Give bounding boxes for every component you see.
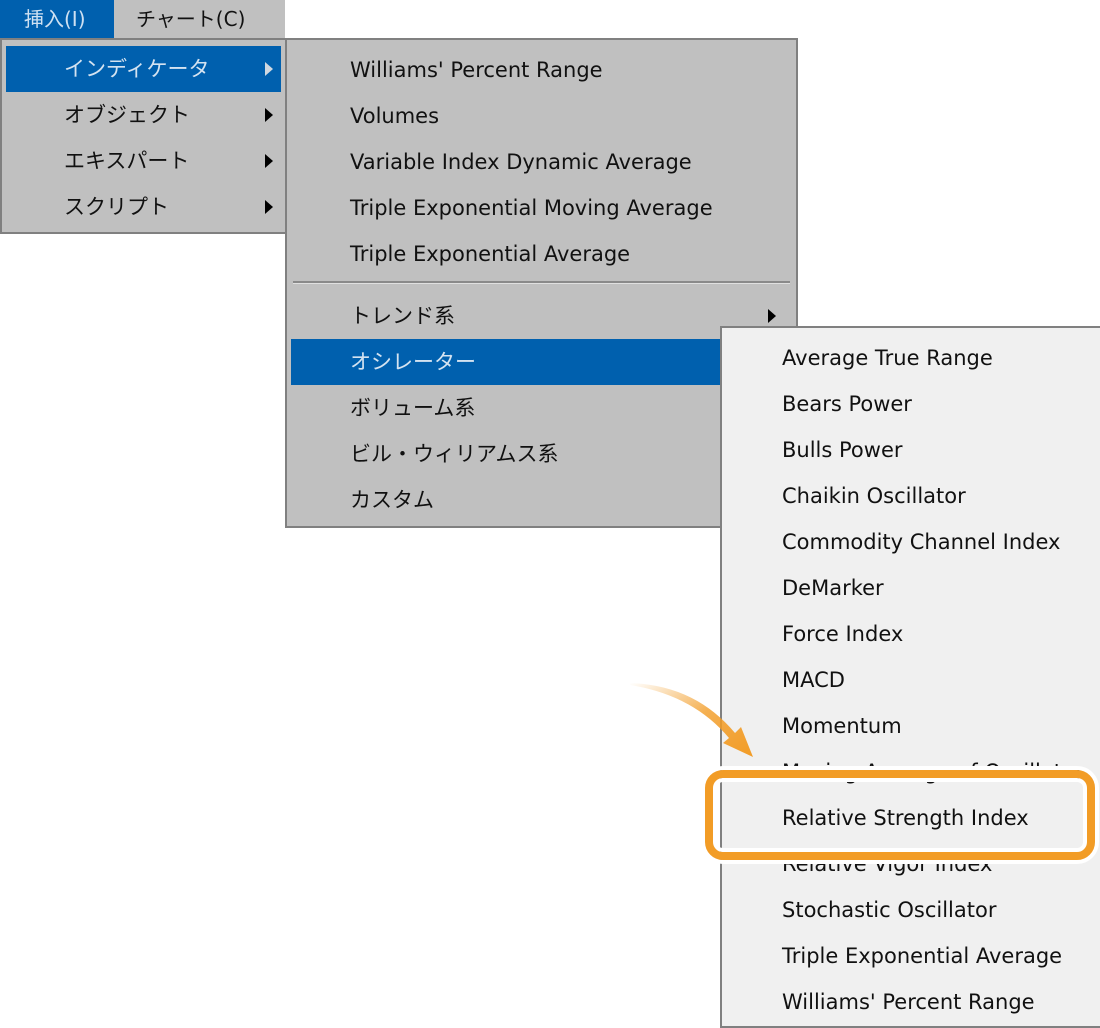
insert-menu: インディケータ オブジェクト エキスパート スクリプト <box>0 38 287 234</box>
oscillators-submenu: Average True Range Bears Power Bulls Pow… <box>720 326 1100 1028</box>
menu-item-label: エキスパート <box>64 149 190 173</box>
oscillator-item[interactable]: Momentum <box>722 703 1100 749</box>
oscillator-item[interactable]: MACD <box>722 657 1100 703</box>
submenu-arrow-icon <box>265 154 273 168</box>
submenu-arrow-icon <box>265 62 273 76</box>
menu-bar: 挿入(I) チャート(C) <box>0 0 285 38</box>
menu-item-label: ボリューム系 <box>350 396 476 420</box>
menu-item-label: オシレーター <box>350 350 476 374</box>
menu-item-objects[interactable]: オブジェクト <box>6 92 281 138</box>
oscillator-item[interactable]: Stochastic Oscillator <box>722 887 1100 933</box>
category-trend[interactable]: トレンド系 <box>291 293 792 339</box>
menu-item-label: ビル・ウィリアムス系 <box>350 442 559 466</box>
menu-item-label: オブジェクト <box>64 103 190 127</box>
menu-separator <box>293 281 790 284</box>
oscillator-item[interactable]: Williams' Percent Range <box>722 979 1100 1025</box>
menu-item-label: トレンド系 <box>350 304 455 328</box>
oscillator-item[interactable]: DeMarker <box>722 565 1100 611</box>
callout-arrow-icon <box>630 683 753 757</box>
category-custom[interactable]: カスタム <box>291 477 792 523</box>
category-bill-williams[interactable]: ビル・ウィリアムス系 <box>291 431 792 477</box>
category-oscillators[interactable]: オシレーター <box>291 339 792 385</box>
oscillator-item[interactable]: Bears Power <box>722 381 1100 427</box>
oscillator-item[interactable]: Force Index <box>722 611 1100 657</box>
menu-item-label: インディケータ <box>64 57 210 81</box>
oscillator-item[interactable]: Triple Exponential Average <box>722 933 1100 979</box>
menu-item-label: スクリプト <box>64 195 169 219</box>
oscillator-item[interactable]: Chaikin Oscillator <box>722 473 1100 519</box>
recent-indicator-item[interactable]: Triple Exponential Moving Average <box>291 185 792 231</box>
menubar-insert[interactable]: 挿入(I) <box>0 0 114 38</box>
oscillator-item[interactable]: Moving Average of Oscillator <box>722 749 1100 795</box>
recent-indicator-item[interactable]: Williams' Percent Range <box>291 47 792 93</box>
menu-item-experts[interactable]: エキスパート <box>6 138 281 184</box>
menu-item-indicators[interactable]: インディケータ <box>6 46 281 92</box>
menu-item-label: カスタム <box>350 488 434 512</box>
recent-indicator-item[interactable]: Triple Exponential Average <box>291 231 792 277</box>
submenu-arrow-icon <box>265 108 273 122</box>
oscillator-item[interactable]: Commodity Channel Index <box>722 519 1100 565</box>
submenu-arrow-icon <box>265 200 273 214</box>
oscillator-item[interactable]: Average True Range <box>722 335 1100 381</box>
recent-indicator-item[interactable]: Variable Index Dynamic Average <box>291 139 792 185</box>
oscillator-item[interactable]: Relative Vigor Index <box>722 841 1100 887</box>
menu-item-scripts[interactable]: スクリプト <box>6 184 281 230</box>
recent-indicator-item[interactable]: Volumes <box>291 93 792 139</box>
oscillator-item-rsi[interactable]: Relative Strength Index <box>722 795 1100 841</box>
category-volumes[interactable]: ボリューム系 <box>291 385 792 431</box>
menubar-chart[interactable]: チャート(C) <box>114 0 285 38</box>
oscillator-item[interactable]: Bulls Power <box>722 427 1100 473</box>
submenu-arrow-icon <box>768 309 776 323</box>
